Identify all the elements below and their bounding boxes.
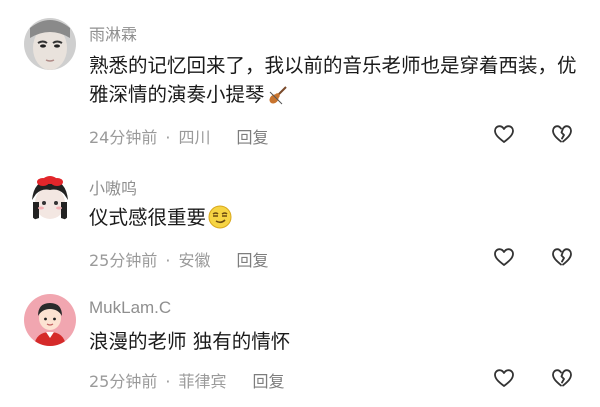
comment-meta: 24分钟前 · 四川 回复 [89,124,269,148]
comment-text-content: 仪式感很重要 [89,206,207,229]
avatar[interactable] [24,18,76,70]
comment-text: 仪式感很重要 [89,203,579,237]
comment-item: 雨淋霖 熟悉的记忆回来了，我以前的音乐老师也是穿着西装，优雅深情的演奏小提琴 2… [0,0,600,150]
separator: · [165,251,171,270]
location: 菲律宾 [178,372,227,391]
heart-outline-icon[interactable] [492,122,516,146]
username[interactable]: 雨淋霖 [89,21,137,45]
separator: · [165,128,171,147]
comment-meta: 25分钟前 · 菲律宾 回复 [89,368,285,392]
comment-item: 小嗷呜 仪式感很重要 25分钟前 · 安徽 回复 [0,150,600,277]
reply-button[interactable]: 回复 [252,368,284,392]
reply-button[interactable]: 回复 [236,247,268,271]
violin-emoji [267,84,289,114]
broken-heart-icon[interactable] [550,366,574,390]
separator: · [165,372,171,391]
avatar[interactable] [24,172,76,224]
avatar-image [24,172,76,224]
timestamp: 25分钟前 [89,372,158,391]
comment-text-content: 熟悉的记忆回来了，我以前的音乐老师也是穿着西装，优雅深情的演奏小提琴 [89,54,577,106]
location: 四川 [178,128,211,147]
heart-outline-icon[interactable] [492,245,516,269]
comment-text: 浪漫的老师 独有的情怀 [89,327,579,356]
timestamp: 25分钟前 [89,251,158,270]
comment-item: MukLam.C 浪漫的老师 独有的情怀 25分钟前 · 菲律宾 回复 [0,277,600,407]
smug-face-emoji [208,205,232,237]
broken-heart-icon[interactable] [550,122,574,146]
heart-outline-icon[interactable] [492,366,516,390]
reply-button[interactable]: 回复 [236,124,268,148]
broken-heart-icon[interactable] [550,245,574,269]
comment-text: 熟悉的记忆回来了，我以前的音乐老师也是穿着西装，优雅深情的演奏小提琴 [89,51,579,114]
avatar-image [24,294,76,346]
username[interactable]: 小嗷呜 [89,175,137,199]
username[interactable]: MukLam.C [89,298,171,318]
avatar[interactable] [24,294,76,346]
comment-meta: 25分钟前 · 安徽 回复 [89,247,269,271]
avatar-image [24,18,76,70]
comment-text-content: 浪漫的老师 独有的情怀 [89,330,291,353]
location: 安徽 [178,251,211,270]
timestamp: 24分钟前 [89,128,158,147]
